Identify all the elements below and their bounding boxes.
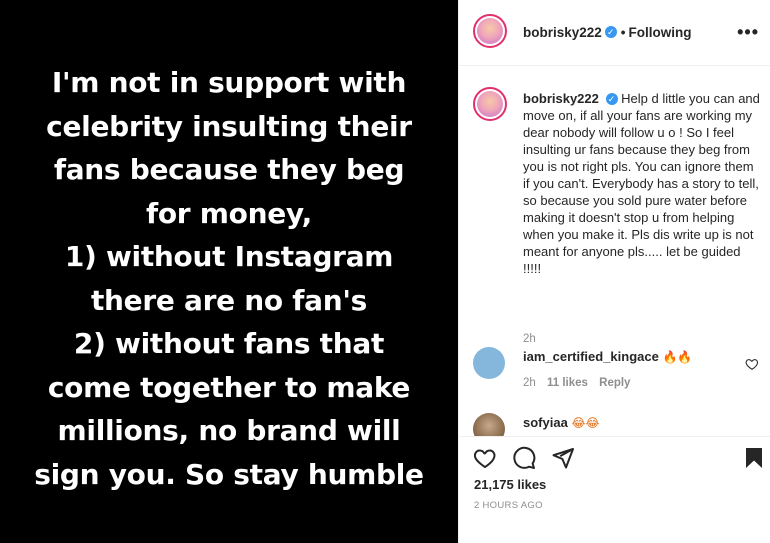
- more-options-icon[interactable]: •••: [737, 22, 759, 43]
- header-username[interactable]: bobrisky222: [523, 25, 602, 40]
- comment-bubble-icon[interactable]: [512, 446, 536, 470]
- share-paper-plane-icon[interactable]: [551, 446, 575, 470]
- comment-likes[interactable]: 11 likes: [547, 377, 588, 389]
- header-user-line: bobrisky222 ✓ • Following: [523, 25, 692, 40]
- like-heart-icon[interactable]: [473, 446, 497, 470]
- post-text-line: 2) without fans that: [73, 327, 385, 360]
- post-actions: 21,175 likes 2 HOURS AGO: [459, 436, 770, 543]
- comment-like-heart-icon[interactable]: [745, 357, 759, 371]
- following-button[interactable]: Following: [629, 25, 692, 40]
- verified-badge-icon: ✓: [604, 26, 617, 39]
- caption-time[interactable]: 2h: [523, 333, 536, 345]
- header-separator: •: [620, 25, 626, 40]
- comment-time[interactable]: 2h: [523, 377, 536, 389]
- comment-item: sofyiaa 😂😂: [473, 413, 763, 437]
- post-image: I'm not in support with celebrity insult…: [0, 0, 458, 543]
- comment-text: 🔥🔥: [662, 350, 693, 364]
- post-timestamp[interactable]: 2 HOURS AGO: [474, 500, 543, 511]
- save-bookmark-icon[interactable]: [742, 446, 766, 470]
- comment-username[interactable]: iam_certified_kingace: [523, 349, 659, 364]
- post-text-line: I'm not in support with: [51, 66, 407, 99]
- post-text-line: come together to make: [47, 370, 411, 404]
- post-side-panel: bobrisky222 ✓ • Following ••• bobrisky222 ✓…: [458, 0, 770, 543]
- caption-avatar[interactable]: [473, 87, 507, 121]
- post-text-line: 1) without Instagram: [64, 240, 394, 273]
- comments-section[interactable]: bobrisky222 ✓ Help d little you can and …: [459, 67, 770, 437]
- author-avatar-image: [477, 18, 503, 44]
- verified-badge-icon: ✓: [605, 92, 618, 105]
- likes-count[interactable]: 21,175 likes: [474, 477, 546, 492]
- comment-username[interactable]: sofyiaa: [523, 415, 568, 430]
- post-text-line: there are no fan's: [90, 283, 368, 317]
- post-text-line: sign you. So stay humble: [34, 457, 424, 491]
- post-header: bobrisky222 ✓ • Following •••: [459, 0, 770, 66]
- caption-username[interactable]: bobrisky222: [523, 91, 599, 106]
- caption-text: Help d little you can and move on, if al…: [523, 91, 760, 276]
- author-avatar[interactable]: [473, 14, 507, 48]
- post-text-line: fans because they beg: [53, 153, 405, 186]
- reply-button[interactable]: Reply: [599, 377, 630, 389]
- post-image-text: I'm not in support with celebrity insult…: [9, 61, 449, 496]
- comment-avatar[interactable]: [473, 347, 505, 379]
- post-text-line: celebrity insulting their: [46, 109, 412, 143]
- post-text-line: for money,: [145, 196, 313, 230]
- post-text-line: millions, no brand will: [57, 414, 401, 447]
- caption-avatar-image: [477, 91, 503, 117]
- comment-text: 😂😂: [571, 416, 600, 430]
- caption-body: bobrisky222 ✓ Help d little you can and …: [523, 90, 761, 277]
- comment-avatar[interactable]: [473, 413, 505, 437]
- comment-item: iam_certified_kingace 🔥🔥 2h 11 likes Rep…: [473, 347, 763, 407]
- comment-line: iam_certified_kingace 🔥🔥: [523, 349, 692, 364]
- comment-meta: 2h 11 likes Reply: [523, 377, 638, 389]
- comment-line: sofyiaa 😂😂: [523, 415, 599, 430]
